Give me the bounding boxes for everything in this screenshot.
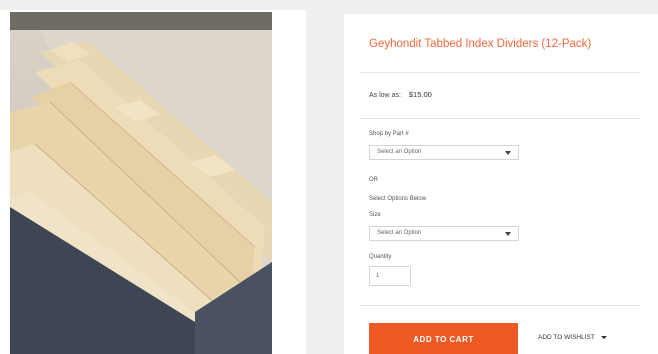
chevron-down-icon [505, 151, 511, 155]
photo-shadow-top [10, 12, 272, 30]
product-title: Geyhondit Tabbed Index Dividers (12-Pack… [369, 38, 592, 50]
divider [360, 118, 640, 119]
product-page: Geyhondit Tabbed Index Dividers (12-Pack… [0, 0, 658, 354]
part-label: Shop by Part # [369, 131, 409, 137]
product-photo[interactable] [10, 12, 272, 354]
chevron-down-icon [505, 232, 511, 236]
size-label: Size [369, 212, 381, 218]
quantity-label: Quantity [369, 254, 392, 260]
divider [360, 305, 640, 306]
part-select-value: Select an Option [377, 149, 422, 155]
divider [360, 72, 640, 73]
add-to-cart-button[interactable]: ADD TO CART [369, 323, 518, 354]
or-label: OR [369, 177, 378, 183]
chevron-down-icon [600, 335, 607, 339]
product-info-panel: Geyhondit Tabbed Index Dividers (12-Pack… [344, 14, 658, 354]
price-label: As low as: [369, 92, 401, 99]
quantity-input[interactable]: 1 [369, 266, 411, 286]
size-select-value: Select an Option [377, 230, 422, 236]
product-image-panel [0, 10, 306, 354]
price-row: As low as: $15.00 [369, 90, 432, 99]
folders-illustration [10, 12, 272, 354]
add-to-wishlist-link[interactable]: ADD TO WISHLIST [538, 334, 607, 341]
size-select[interactable]: Select an Option [369, 226, 519, 241]
price-value: $15.00 [408, 90, 432, 99]
select-options-label: Select Options Below [369, 196, 427, 202]
part-select[interactable]: Select an Option [369, 145, 519, 160]
wishlist-label: ADD TO WISHLIST [538, 334, 595, 341]
